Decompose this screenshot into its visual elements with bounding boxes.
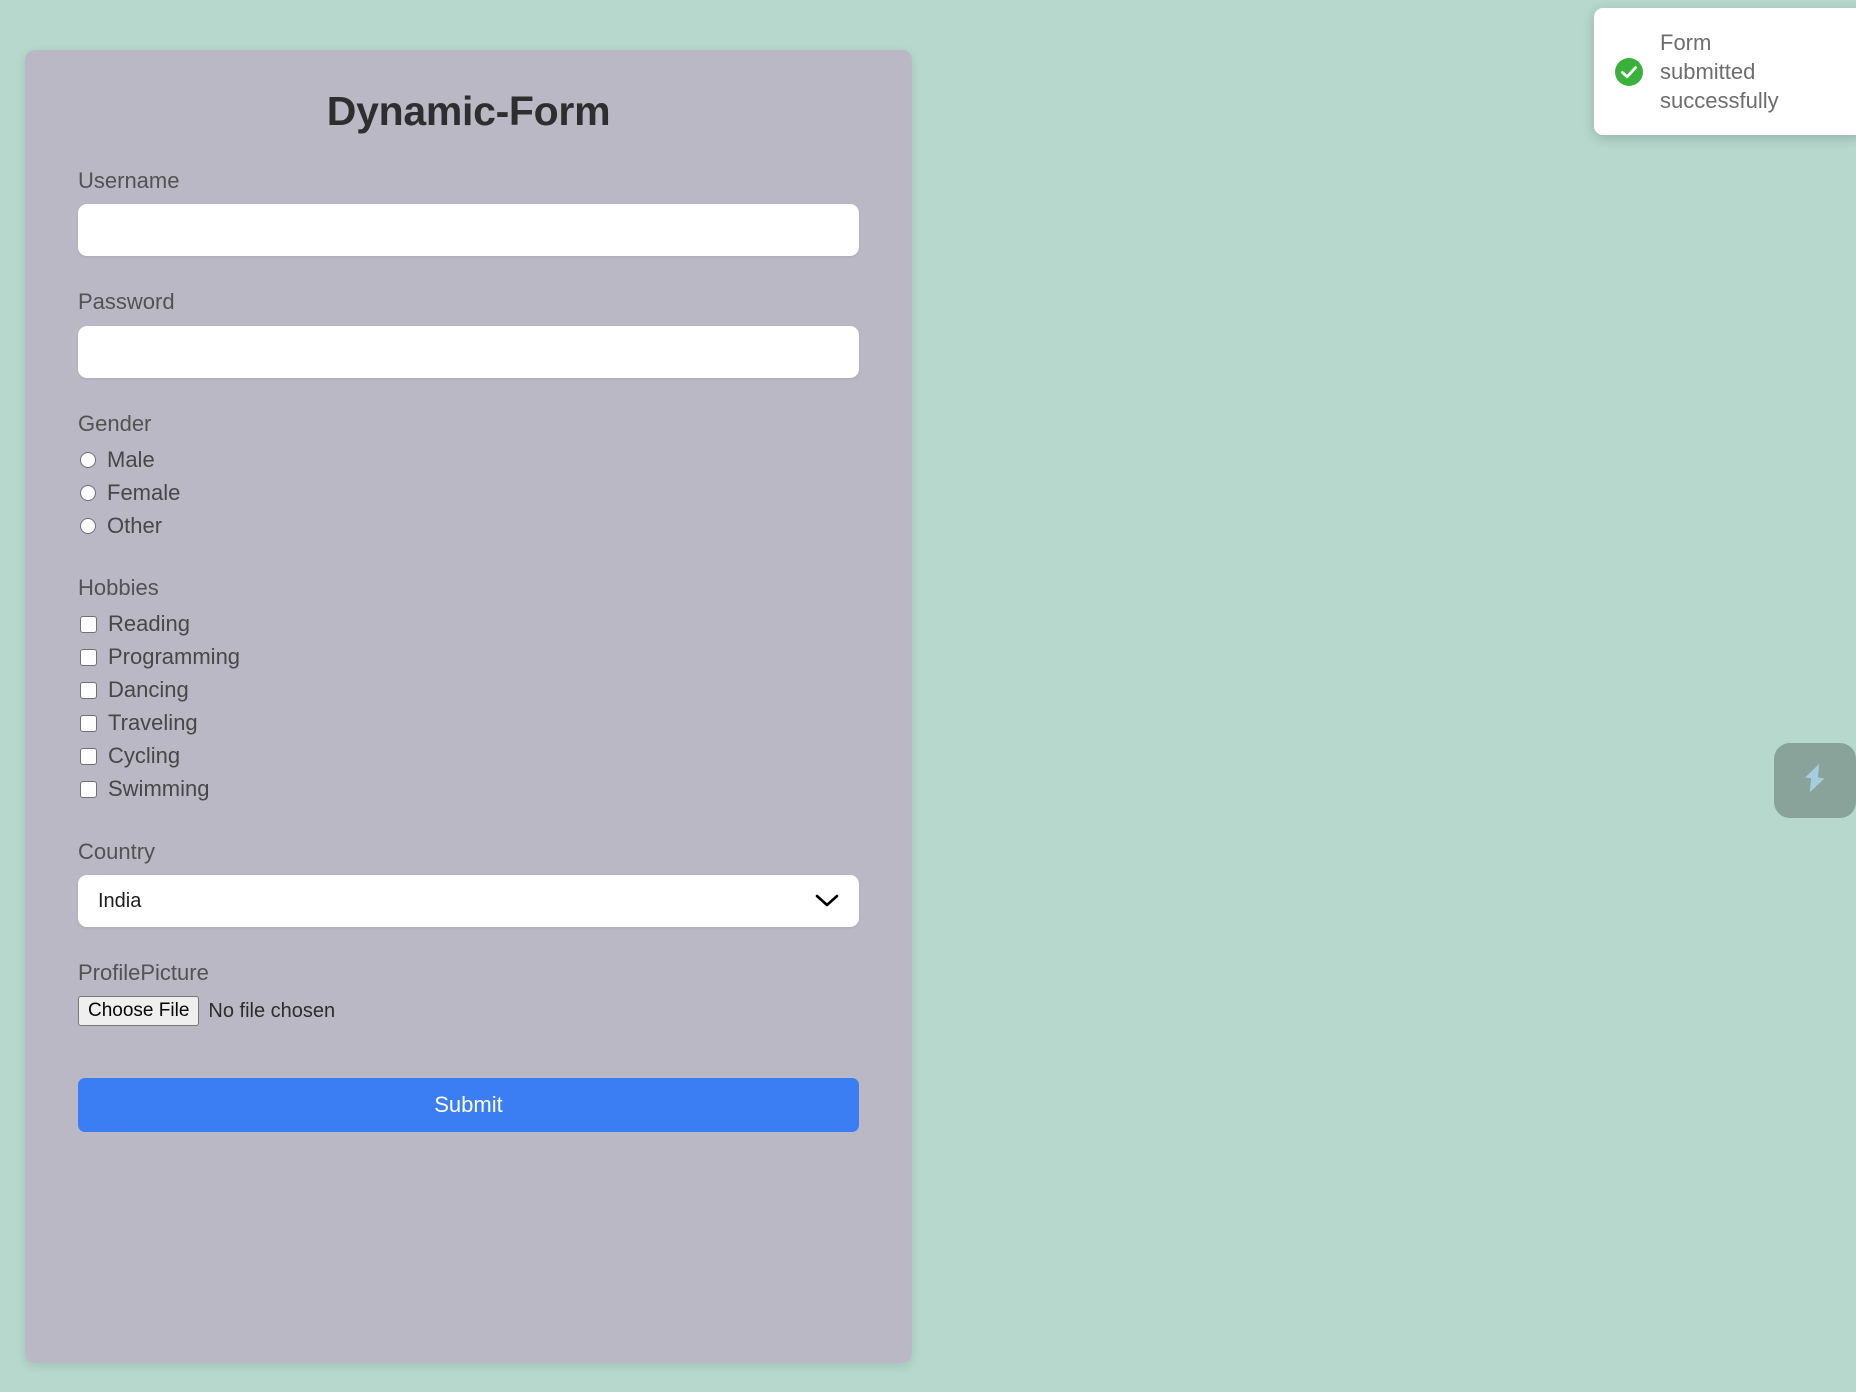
- password-input[interactable]: [78, 325, 859, 378]
- checkbox-option-cycling[interactable]: Cycling: [78, 740, 859, 773]
- checkbox-icon-dancing[interactable]: [80, 681, 97, 699]
- dynamic-form-card: Dynamic-Form Username Password Gender Ma…: [25, 50, 912, 1363]
- country-select-wrapper: India: [78, 874, 859, 927]
- file-chosen-status: No file chosen: [208, 999, 336, 1022]
- profile-picture-label: ProfilePicture: [78, 959, 209, 985]
- radio-label-female: Female: [107, 479, 181, 505]
- checkbox-icon-reading[interactable]: [80, 615, 97, 633]
- profile-picture-file-input[interactable]: Choose File No file chosen: [78, 996, 859, 1027]
- checkbox-label-programming: Programming: [108, 644, 241, 670]
- radio-icon-other[interactable]: [80, 517, 96, 534]
- radio-label-male: Male: [107, 446, 155, 472]
- submit-button[interactable]: Submit: [78, 1078, 859, 1133]
- floating-assistant-button[interactable]: [1774, 743, 1856, 818]
- checkbox-label-dancing: Dancing: [108, 677, 189, 703]
- checkbox-icon-swimming[interactable]: [80, 780, 97, 798]
- radio-icon-female[interactable]: [80, 484, 96, 501]
- checkbox-label-cycling: Cycling: [108, 743, 181, 769]
- country-label: Country: [78, 838, 156, 864]
- lightning-s-icon: [1796, 759, 1834, 802]
- checkbox-icon-programming[interactable]: [80, 648, 97, 666]
- checkbox-option-dancing[interactable]: Dancing: [78, 674, 859, 707]
- checkbox-label-reading: Reading: [108, 611, 190, 637]
- radio-option-other[interactable]: Other: [78, 509, 859, 542]
- checkbox-option-traveling[interactable]: Traveling: [78, 707, 859, 740]
- username-input[interactable]: [78, 204, 859, 257]
- password-label: Password: [78, 289, 175, 315]
- checkbox-option-reading[interactable]: Reading: [78, 608, 859, 641]
- page-title: Dynamic-Form: [326, 88, 611, 134]
- checkbox-label-swimming: Swimming: [108, 776, 210, 802]
- hobbies-label: Hobbies: [78, 575, 159, 601]
- username-label: Username: [78, 168, 180, 193]
- toast-message: Form submitted successfully: [1660, 30, 1779, 114]
- gender-label: Gender: [78, 410, 152, 436]
- radio-label-other: Other: [107, 512, 163, 538]
- radio-icon-male[interactable]: [80, 451, 96, 468]
- checkbox-option-swimming[interactable]: Swimming: [78, 773, 859, 806]
- toast-notification[interactable]: Form submitted successfully: [1594, 8, 1856, 136]
- checkbox-icon-cycling[interactable]: [80, 747, 97, 765]
- radio-option-male[interactable]: Male: [78, 443, 859, 476]
- choose-file-button[interactable]: Choose File: [78, 996, 200, 1027]
- radio-option-female[interactable]: Female: [78, 476, 859, 509]
- check-circle-icon: [1614, 57, 1644, 87]
- checkbox-icon-traveling[interactable]: [80, 714, 97, 732]
- checkbox-option-programming[interactable]: Programming: [78, 641, 859, 674]
- country-select[interactable]: India: [78, 874, 859, 927]
- checkbox-label-traveling: Traveling: [108, 710, 198, 736]
